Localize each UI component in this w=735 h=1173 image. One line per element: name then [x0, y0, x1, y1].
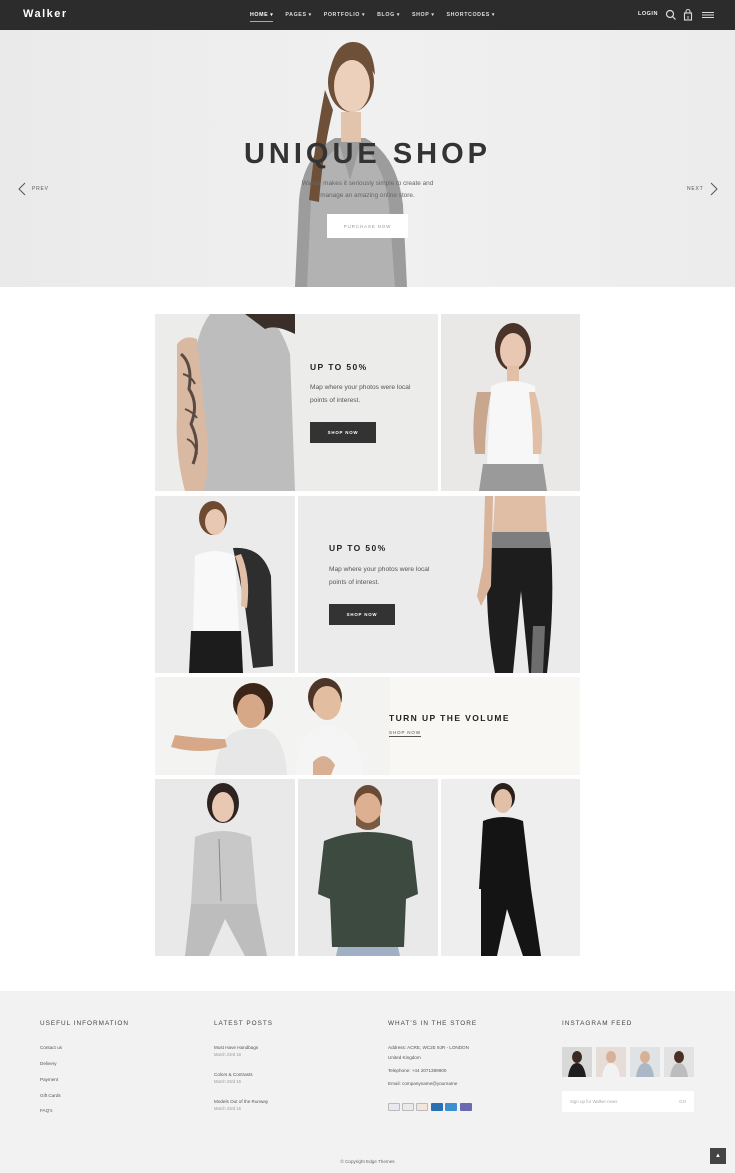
- product-image-tile[interactable]: [298, 779, 438, 956]
- promo-text: Map where your photos were local points …: [329, 566, 430, 586]
- product-image-tile[interactable]: [441, 314, 580, 491]
- post-date: March 23rd 16: [214, 1079, 241, 1084]
- back-to-top-button[interactable]: ▲: [710, 1148, 726, 1164]
- post-link[interactable]: Must Have Handbags: [214, 1045, 258, 1050]
- instagram-thumb[interactable]: [562, 1047, 592, 1077]
- post-date: March 23rd 16: [214, 1106, 241, 1111]
- newsletter-input[interactable]: Sign up for Walker news: [570, 1099, 617, 1104]
- discover-card-icon: [416, 1103, 428, 1111]
- post-link[interactable]: Colors & Contrasts: [214, 1072, 253, 1077]
- promo-text: Map where your photos were local points …: [310, 384, 411, 404]
- footer-link[interactable]: Payment: [40, 1077, 58, 1082]
- maestro-card-icon: [460, 1103, 472, 1111]
- chevron-down-icon: ▾: [431, 12, 435, 18]
- chevron-down-icon: ▾: [362, 12, 366, 18]
- chevron-down-icon: ▾: [396, 12, 400, 18]
- svg-text:0: 0: [687, 15, 690, 20]
- footer-title-instagram: INSTAGRAM FEED: [562, 1020, 633, 1027]
- nav-item-portfolio[interactable]: PORTFOLIO ▾: [324, 12, 365, 18]
- model-green-sweater-image: [318, 785, 418, 956]
- post-link[interactable]: Models Out of the Runway: [214, 1099, 268, 1104]
- instagram-thumb[interactable]: [664, 1047, 694, 1077]
- nav-item-blog[interactable]: BLOG ▾: [377, 12, 400, 18]
- purchase-now-button[interactable]: PURCHASE NOW: [327, 214, 408, 238]
- newsletter-form: Sign up for Walker news GO: [562, 1091, 694, 1112]
- footer-title-useful: USEFUL INFORMATION: [40, 1020, 130, 1027]
- promo-title: UP TO 50%: [310, 362, 368, 372]
- chevron-right-icon: [710, 182, 718, 196]
- prev-slide-button[interactable]: PREV: [18, 182, 49, 196]
- shop-now-link[interactable]: SHOP NOW: [389, 730, 421, 737]
- model-white-tank-image: [473, 323, 547, 491]
- shop-now-button[interactable]: SHOP NOW: [310, 422, 376, 443]
- logo[interactable]: Walker: [23, 8, 68, 20]
- footer-link[interactable]: Delivery: [40, 1061, 57, 1066]
- chevron-down-icon: ▾: [308, 12, 312, 18]
- prev-label: PREV: [32, 186, 49, 192]
- hero-slider: UNIQUE SHOP Walker makes it seriously si…: [0, 30, 735, 287]
- promo-tile-3: TURN UP THE VOLUME SHOP NOW: [155, 677, 580, 775]
- chevron-down-icon: ▾: [491, 12, 496, 18]
- nav-item-shortcodes[interactable]: SHORTCODES ▾: [447, 12, 496, 18]
- footer-link[interactable]: Gift Cards: [40, 1093, 61, 1098]
- store-phone: Telephone: +44 2071389900: [388, 1068, 447, 1073]
- hero-subtitle-line: Walker makes it seriously simple to crea…: [301, 180, 434, 187]
- top-header: Walker HOME ▾ PAGES ▾ PORTFOLIO ▾ BLOG ▾ SHO…: [0, 0, 735, 30]
- page: { "header": { "logo": "Walker", "nav": […: [0, 0, 735, 1173]
- newsletter-go-button[interactable]: GO: [679, 1099, 686, 1104]
- promo-title: UP TO 50%: [329, 543, 387, 553]
- instagram-thumb[interactable]: [596, 1047, 626, 1077]
- diners-card-icon: [431, 1103, 443, 1111]
- chevron-up-icon: ▲: [715, 1153, 721, 1159]
- two-men-image: [155, 677, 390, 775]
- nav-item-pages[interactable]: PAGES ▾: [285, 12, 311, 18]
- footer-link[interactable]: Contact us: [40, 1045, 62, 1050]
- amex-card-icon: [445, 1103, 457, 1111]
- footer-title-store: WHAT'S IN THE STORE: [388, 1020, 478, 1027]
- model-black-outfit-image: [479, 783, 541, 956]
- cart-icon[interactable]: 0: [681, 8, 695, 22]
- product-image-tile[interactable]: [155, 779, 295, 956]
- instagram-thumb[interactable]: [630, 1047, 660, 1077]
- footer-title-posts: LATEST POSTS: [214, 1020, 273, 1027]
- site-footer: [0, 991, 735, 1173]
- footer-link[interactable]: FAQ's: [40, 1108, 52, 1113]
- store-address: United Kingdom: [388, 1055, 421, 1060]
- login-link[interactable]: LOGIN: [638, 11, 658, 17]
- promo-model-image: [176, 314, 295, 491]
- product-image-tile[interactable]: [441, 779, 580, 956]
- product-image-tile[interactable]: [155, 496, 295, 673]
- store-email[interactable]: Email: companyname@yourname: [388, 1081, 457, 1086]
- hero-title: UNIQUE SHOP: [243, 138, 492, 170]
- next-slide-button[interactable]: NEXT: [687, 182, 718, 196]
- hero-subtitle-line: manage an amazing online store.: [320, 192, 415, 199]
- promo-tile-1: UP TO 50% Map where your photos were loc…: [155, 314, 438, 491]
- hero-subtitle: Walker makes it seriously simple to crea…: [0, 178, 735, 202]
- chevron-left-icon: [18, 182, 26, 196]
- nav-item-shop[interactable]: SHOP ▾: [412, 12, 435, 18]
- next-label: NEXT: [687, 186, 704, 192]
- visa-card-icon: [388, 1103, 400, 1111]
- main-nav: HOME ▾ PAGES ▾ PORTFOLIO ▾ BLOG ▾ SHOP ▾ SHOR…: [250, 0, 495, 30]
- promo-title: TURN UP THE VOLUME: [389, 713, 510, 723]
- model-grey-tracksuit-image: [185, 783, 267, 956]
- promo-tile-2: UP TO 50% Map where your photos were loc…: [298, 496, 580, 673]
- menu-icon[interactable]: [701, 8, 715, 22]
- copyright: © Copyright Edge Themes: [340, 1159, 395, 1164]
- model-jacket-image: [189, 501, 273, 673]
- nav-item-home[interactable]: HOME ▾: [250, 12, 274, 22]
- paypal-card-icon: [402, 1103, 414, 1111]
- shop-now-button[interactable]: SHOP NOW: [329, 604, 395, 625]
- post-date: March 23rd 16: [214, 1052, 241, 1057]
- store-address: Address: ACRE, WC2E 9JR - LONDON: [388, 1045, 469, 1050]
- search-icon[interactable]: [664, 8, 678, 22]
- chevron-down-icon: ▾: [270, 12, 274, 18]
- model-leggings-image: [477, 496, 553, 673]
